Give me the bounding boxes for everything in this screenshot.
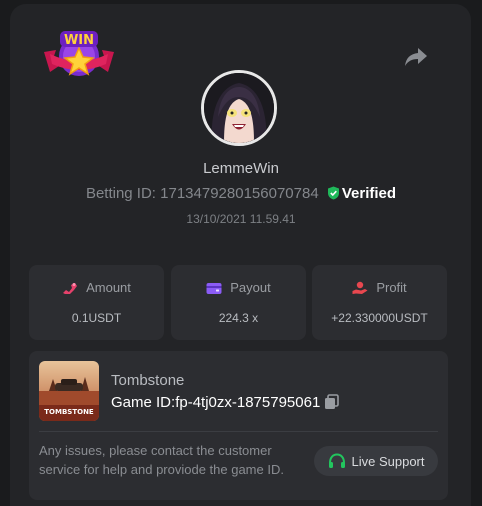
profit-hand-icon <box>352 281 368 294</box>
payout-label: Payout <box>230 280 271 295</box>
profit-card: Profit +22.330000USDT <box>312 265 447 340</box>
amount-value: 0.1USDT <box>71 311 122 325</box>
copy-icon[interactable] <box>324 394 340 414</box>
win-logo: WIN <box>42 28 116 84</box>
game-id-value: fp-4tj0zx-1875795061 <box>175 394 321 411</box>
game-id-label: Game ID: <box>111 394 176 411</box>
payout-header: Payout <box>171 280 306 295</box>
verified-label: Verified <box>341 185 397 202</box>
username: LemmeWin <box>203 160 279 177</box>
divider <box>39 431 438 432</box>
game-thumbnail[interactable]: TOMBSTONE <box>39 361 99 421</box>
payout-value: 224.3 x <box>218 311 259 325</box>
betting-id-label: Betting ID: <box>85 185 156 202</box>
game-title: Tombstone <box>111 372 185 389</box>
support-hint-text: Any issues, please contact the customer … <box>39 443 284 477</box>
live-support-label: Live Support <box>351 453 425 469</box>
verified-shield-icon <box>327 186 340 204</box>
betting-id-value: 1713479280156070784 <box>160 185 319 202</box>
bet-datetime: 13/10/2021 11.59.41 <box>186 212 296 226</box>
live-support-button[interactable]: Live Support <box>314 446 438 476</box>
share-icon[interactable] <box>404 46 428 68</box>
amount-card: Amount 0.1USDT <box>29 265 164 340</box>
game-card: TOMBSTONE Tombstone Game ID:fp-4tj0zx-18… <box>29 351 448 500</box>
amount-header: Amount <box>29 280 164 295</box>
wallet-icon <box>206 283 222 294</box>
svg-text:TOMBSTONE: TOMBSTONE <box>44 408 94 416</box>
payout-card: Payout 224.3 x <box>171 265 306 340</box>
profit-header: Profit <box>312 280 447 295</box>
profit-label: Profit <box>376 280 407 295</box>
amount-icon <box>63 283 78 294</box>
game-id-line: Game ID:fp-4tj0zx-1875795061 <box>111 394 340 414</box>
svg-text:WIN: WIN <box>64 33 94 48</box>
headset-icon <box>328 452 345 468</box>
betting-id-line: Betting ID: 1713479280156070784 Verified <box>0 185 482 204</box>
amount-label: Amount <box>86 280 131 295</box>
profit-value: +22.330000USDT <box>331 311 428 325</box>
avatar <box>201 70 277 146</box>
